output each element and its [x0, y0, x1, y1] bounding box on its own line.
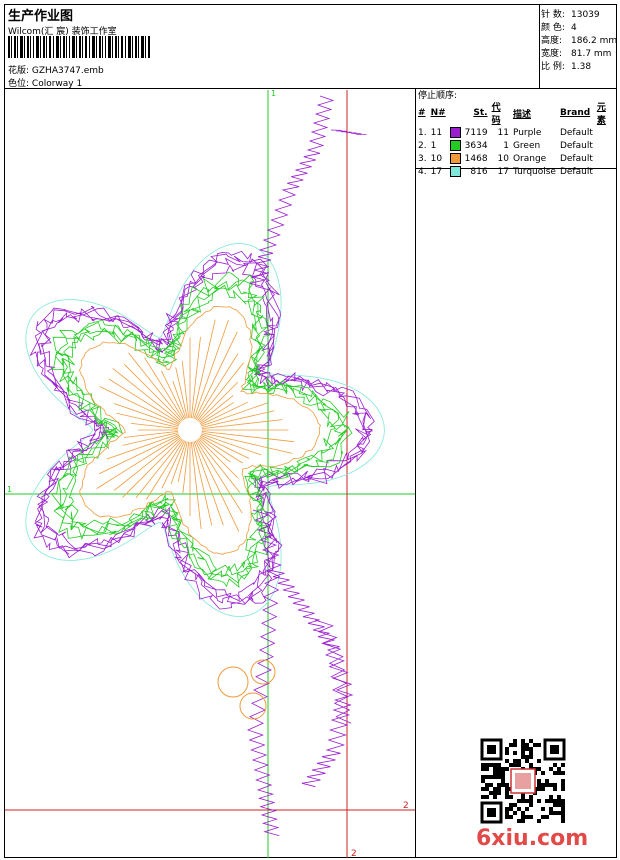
stat-scale: 比 例: 1.38 — [541, 62, 592, 72]
stop-code: 17 — [497, 166, 509, 177]
orange-radial-stitch — [124, 364, 182, 422]
colorway-value: Colorway 1 — [31, 79, 83, 89]
guide-label-h2: 2 — [403, 801, 409, 811]
orange-radial-stitch — [190, 441, 202, 529]
orange-radial-stitch — [200, 434, 250, 459]
orange-radial-stitch — [99, 434, 180, 475]
stop-color-swatch — [448, 152, 463, 165]
col-brand: Brand — [559, 108, 591, 118]
pattern-row: 花版: GZHA3747.emb — [8, 63, 104, 76]
guide-label-v2: 2 — [351, 849, 357, 858]
orange-radial-stitch — [194, 331, 238, 420]
sidebar-divider — [415, 88, 416, 858]
stop-code: 10 — [497, 153, 509, 164]
stop-element — [595, 152, 616, 165]
orange-radial-stitch — [135, 439, 183, 499]
stop-needle: 11 — [430, 127, 443, 138]
orange-radial-stitch — [194, 440, 240, 532]
purple-stem-top — [249, 95, 335, 288]
stats-divider — [539, 4, 540, 88]
col-element: 元素 — [596, 103, 606, 126]
stop-row: 3. 10 1468 10 Orange Default — [416, 152, 616, 165]
orange-radial-stitch — [192, 319, 216, 419]
purple-stem-bottom — [246, 569, 281, 837]
orange-radial-stitch — [106, 433, 179, 460]
orange-radial-stitch — [197, 362, 244, 421]
orange-radial-stitch — [197, 439, 241, 493]
pattern-label: 花版: — [8, 66, 30, 76]
col-description: 描述 — [512, 109, 531, 120]
orange-berry — [217, 666, 249, 698]
col-index: # — [418, 108, 426, 118]
orange-radial-stitch — [145, 439, 184, 500]
pattern-value: GZHA3747.emb — [31, 66, 104, 76]
barcode — [8, 36, 150, 58]
stop-description: Turquoise — [512, 166, 556, 177]
orange-radial-stitch — [196, 439, 243, 514]
orange-radial-stitch — [161, 370, 186, 420]
guide-label-v1: 1 — [271, 90, 276, 98]
stat-width: 宽度: 81.7 mm — [541, 49, 612, 59]
page-title: 生产作业图 — [8, 9, 74, 24]
stop-index: 2. — [418, 140, 427, 151]
orange-radial-stitch — [177, 441, 188, 483]
green-fill-stitch — [59, 280, 344, 576]
stat-colors: 颜 色: 4 — [541, 23, 577, 33]
purple-twig — [330, 129, 367, 135]
orange-radial-stitch — [201, 430, 294, 443]
stop-stitches: 3634 — [464, 140, 488, 151]
orange-radial-stitch — [128, 352, 183, 421]
col-code: 代码 — [491, 103, 501, 126]
stop-stitches: 816 — [470, 166, 488, 177]
stat-height: 高度: 186.2 mm — [541, 36, 618, 46]
stop-brand: Default — [559, 166, 593, 177]
stop-brand: Default — [559, 153, 593, 164]
orange-radial-stitch — [122, 438, 182, 498]
purple-leaf-lower — [301, 619, 354, 788]
embroidery-flower — [25, 95, 385, 837]
qr-code — [480, 738, 566, 824]
orange-radial-stitch — [161, 440, 186, 489]
stop-color-swatch — [448, 139, 463, 152]
stop-color-swatch — [448, 126, 463, 139]
header-divider — [4, 88, 617, 89]
stop-index: 4. — [418, 166, 427, 177]
stop-element — [595, 165, 616, 178]
stop-stitches: 1468 — [464, 153, 488, 164]
stop-element — [595, 126, 616, 139]
colorway-row: 色位: Colorway 1 — [8, 76, 82, 89]
orange-radial-stitch — [200, 401, 248, 426]
stop-sequence-table: # N# St. 代码 描述 Brand 元素 1. 11 7119 11 Purple… — [416, 100, 616, 178]
stop-stitches: 7119 — [464, 127, 488, 138]
stop-description: Purple — [512, 127, 542, 138]
col-needle: N# — [430, 108, 446, 118]
stop-row: 1. 11 7119 11 Purple Default — [416, 126, 616, 139]
stop-needle: 17 — [430, 166, 443, 177]
stop-index: 1. — [418, 127, 427, 138]
colorway-label: 色位: — [8, 79, 30, 89]
stop-row: 4. 17 816 17 Turquoise Default — [416, 165, 616, 178]
stop-description: Green — [512, 140, 541, 151]
stop-table-header: # N# St. 代码 描述 Brand 元素 — [416, 100, 616, 126]
orange-radial-stitch — [99, 386, 180, 426]
stat-stitches: 针 数: 13039 — [541, 10, 600, 20]
stop-brand: Default — [559, 127, 593, 138]
stop-needle: 10 — [430, 153, 443, 164]
stop-code: 1 — [503, 140, 509, 151]
stop-color-swatch — [448, 165, 463, 178]
stop-brand: Default — [559, 140, 593, 151]
stop-row: 2. 1 3634 1 Green Default — [416, 139, 616, 152]
stop-description: Orange — [512, 153, 547, 164]
stop-code: 11 — [497, 127, 509, 138]
stop-needle: 1 — [430, 140, 437, 151]
orange-radial-stitch — [190, 337, 201, 419]
stop-element — [595, 139, 616, 152]
stop-index: 3. — [418, 153, 427, 164]
embroidery-design-canvas: 1 1 2 2 — [5, 90, 415, 858]
col-stitches: St. — [473, 108, 488, 118]
guide-label-h1: 1 — [7, 485, 12, 494]
watermark-text: 6xiu.com — [476, 826, 589, 851]
orange-radial-stitch — [108, 378, 181, 424]
